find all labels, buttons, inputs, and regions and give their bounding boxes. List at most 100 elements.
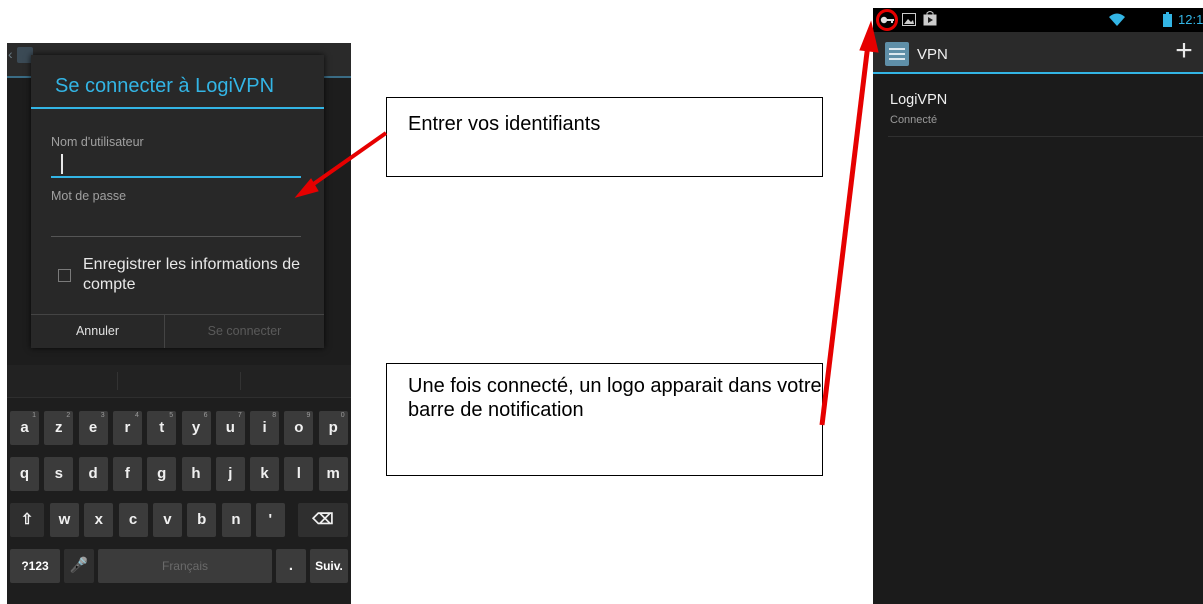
key-label: l [296, 465, 301, 482]
password-label: Mot de passe [51, 189, 127, 203]
key-apostrophe[interactable]: ' [255, 503, 285, 537]
key-o[interactable]: o9 [284, 411, 314, 445]
key-r[interactable]: r4 [112, 411, 142, 445]
key-u[interactable]: u7 [215, 411, 245, 445]
key-label: . [288, 557, 294, 574]
space-key[interactable]: Français [98, 549, 272, 583]
strip-separator [117, 372, 118, 390]
key-label: g [157, 465, 167, 482]
status-time: 12:11 [1178, 12, 1203, 27]
back-chevron-icon: ‹ [8, 46, 13, 62]
key-d[interactable]: d [78, 457, 108, 491]
key-t[interactable]: t5 [147, 411, 177, 445]
key-label: y [191, 419, 201, 436]
key-b[interactable]: b [187, 503, 217, 537]
callout-notification-logo: Une fois connecté, un logo apparait dans… [386, 363, 823, 476]
key-label: x [94, 511, 103, 528]
key-hint: 8 [272, 412, 277, 419]
remember-account-checkbox[interactable] [58, 269, 71, 282]
key-a[interactable]: a1 [10, 411, 39, 445]
key-h[interactable]: h [181, 457, 211, 491]
key-label: a [20, 419, 29, 436]
key-label: c [128, 511, 138, 528]
key-label: h [191, 465, 201, 482]
key-f[interactable]: f [112, 457, 142, 491]
password-field[interactable] [51, 213, 301, 237]
vpn-key-highlight-circle [876, 9, 898, 31]
key-v[interactable]: v [152, 503, 182, 537]
key-label: v [163, 511, 172, 528]
store-notification-icon [923, 11, 937, 26]
key-z[interactable]: z2 [44, 411, 74, 445]
connect-button[interactable]: Se connecter [165, 315, 324, 348]
key-label: ?123 [21, 559, 49, 573]
key-label: j [228, 465, 233, 482]
soft-keyboard: a 1 z 2 e 3 r 4 t 5 y 6 u 7 i 8 o 9 p 0 q s d f g h j k l m ⇧ w x c v b n ' ⌫?… [7, 365, 351, 604]
key-hint: 6 [203, 412, 208, 419]
add-vpn-button[interactable]: + [1169, 36, 1199, 66]
dialog-title: Se connecter à LogiVPN [55, 75, 275, 97]
key-hint: 0 [340, 412, 345, 419]
key-m[interactable]: m [318, 457, 348, 491]
shift-key[interactable]: ⇧ [10, 503, 44, 537]
key-e[interactable]: e3 [78, 411, 108, 445]
dialog-title-divider [31, 107, 324, 109]
key-label: f [124, 465, 130, 482]
key-label: n [231, 511, 241, 528]
key-y[interactable]: y6 [181, 411, 211, 445]
period-key[interactable]: . [276, 549, 306, 583]
key-hint: 7 [237, 412, 242, 419]
key-hint: 3 [100, 412, 105, 419]
next-key[interactable]: Suiv. [310, 549, 348, 583]
key-label: t [159, 419, 165, 436]
key-label: 🎤 [69, 557, 89, 574]
remember-account-label[interactable]: Enregistrer les informations de compte [83, 255, 313, 295]
key-l[interactable]: l [284, 457, 314, 491]
key-w[interactable]: w [50, 503, 79, 537]
key-c[interactable]: c [118, 503, 148, 537]
status-bar: 12:11 [873, 8, 1203, 32]
key-p[interactable]: p0 [318, 411, 348, 445]
key-j[interactable]: j [215, 457, 245, 491]
screen-title: VPN [917, 46, 948, 63]
gallery-notification-icon [902, 13, 916, 26]
callout-enter-credentials: Entrer vos identifiants [386, 97, 823, 177]
mic-key[interactable]: 🎤 [64, 549, 94, 583]
key-label: w [58, 511, 71, 528]
backspace-key[interactable]: ⌫ [298, 503, 348, 537]
key-label: Suiv. [315, 559, 343, 573]
key-hint: 2 [66, 412, 71, 419]
key-label: Français [161, 559, 208, 573]
key-g[interactable]: g [147, 457, 177, 491]
vpn-login-dialog: Se connecter à LogiVPN Nom d'utilisateur… [31, 55, 324, 348]
key-label: o [294, 419, 304, 436]
symbols-key[interactable]: ?123 [10, 549, 60, 583]
cancel-button[interactable]: Annuler [31, 315, 164, 348]
vpn-list-item[interactable]: LogiVPN Connecté [888, 90, 1203, 137]
key-n[interactable]: n [221, 503, 251, 537]
vpn-settings-screen: 12:11 VPN + LogiVPN Connecté [873, 8, 1203, 604]
key-label: e [88, 419, 98, 436]
battery-icon [1163, 12, 1172, 27]
key-hint: 5 [169, 412, 174, 419]
key-k[interactable]: k [250, 457, 280, 491]
action-bar-divider [873, 72, 1203, 74]
key-label: m [326, 465, 340, 482]
key-i[interactable]: i8 [250, 411, 280, 445]
username-field[interactable] [51, 154, 301, 178]
key-label: r [124, 419, 131, 436]
arrow-to-status-bar [819, 43, 871, 426]
key-hint: 4 [134, 412, 139, 419]
login-phone-screen: ‹ Se connecter à LogiVPN Nom d'utilisate… [7, 43, 351, 604]
settings-app-icon[interactable] [885, 42, 909, 66]
text-cursor [61, 154, 63, 174]
key-label: k [260, 465, 269, 482]
key-hint: 9 [306, 412, 311, 419]
key-q[interactable]: q [10, 457, 39, 491]
key-label: s [54, 465, 63, 482]
vpn-status: Connecté [890, 114, 938, 126]
wifi-icon [1109, 13, 1125, 26]
key-s[interactable]: s [44, 457, 74, 491]
key-x[interactable]: x [84, 503, 114, 537]
vpn-name: LogiVPN [890, 92, 948, 108]
